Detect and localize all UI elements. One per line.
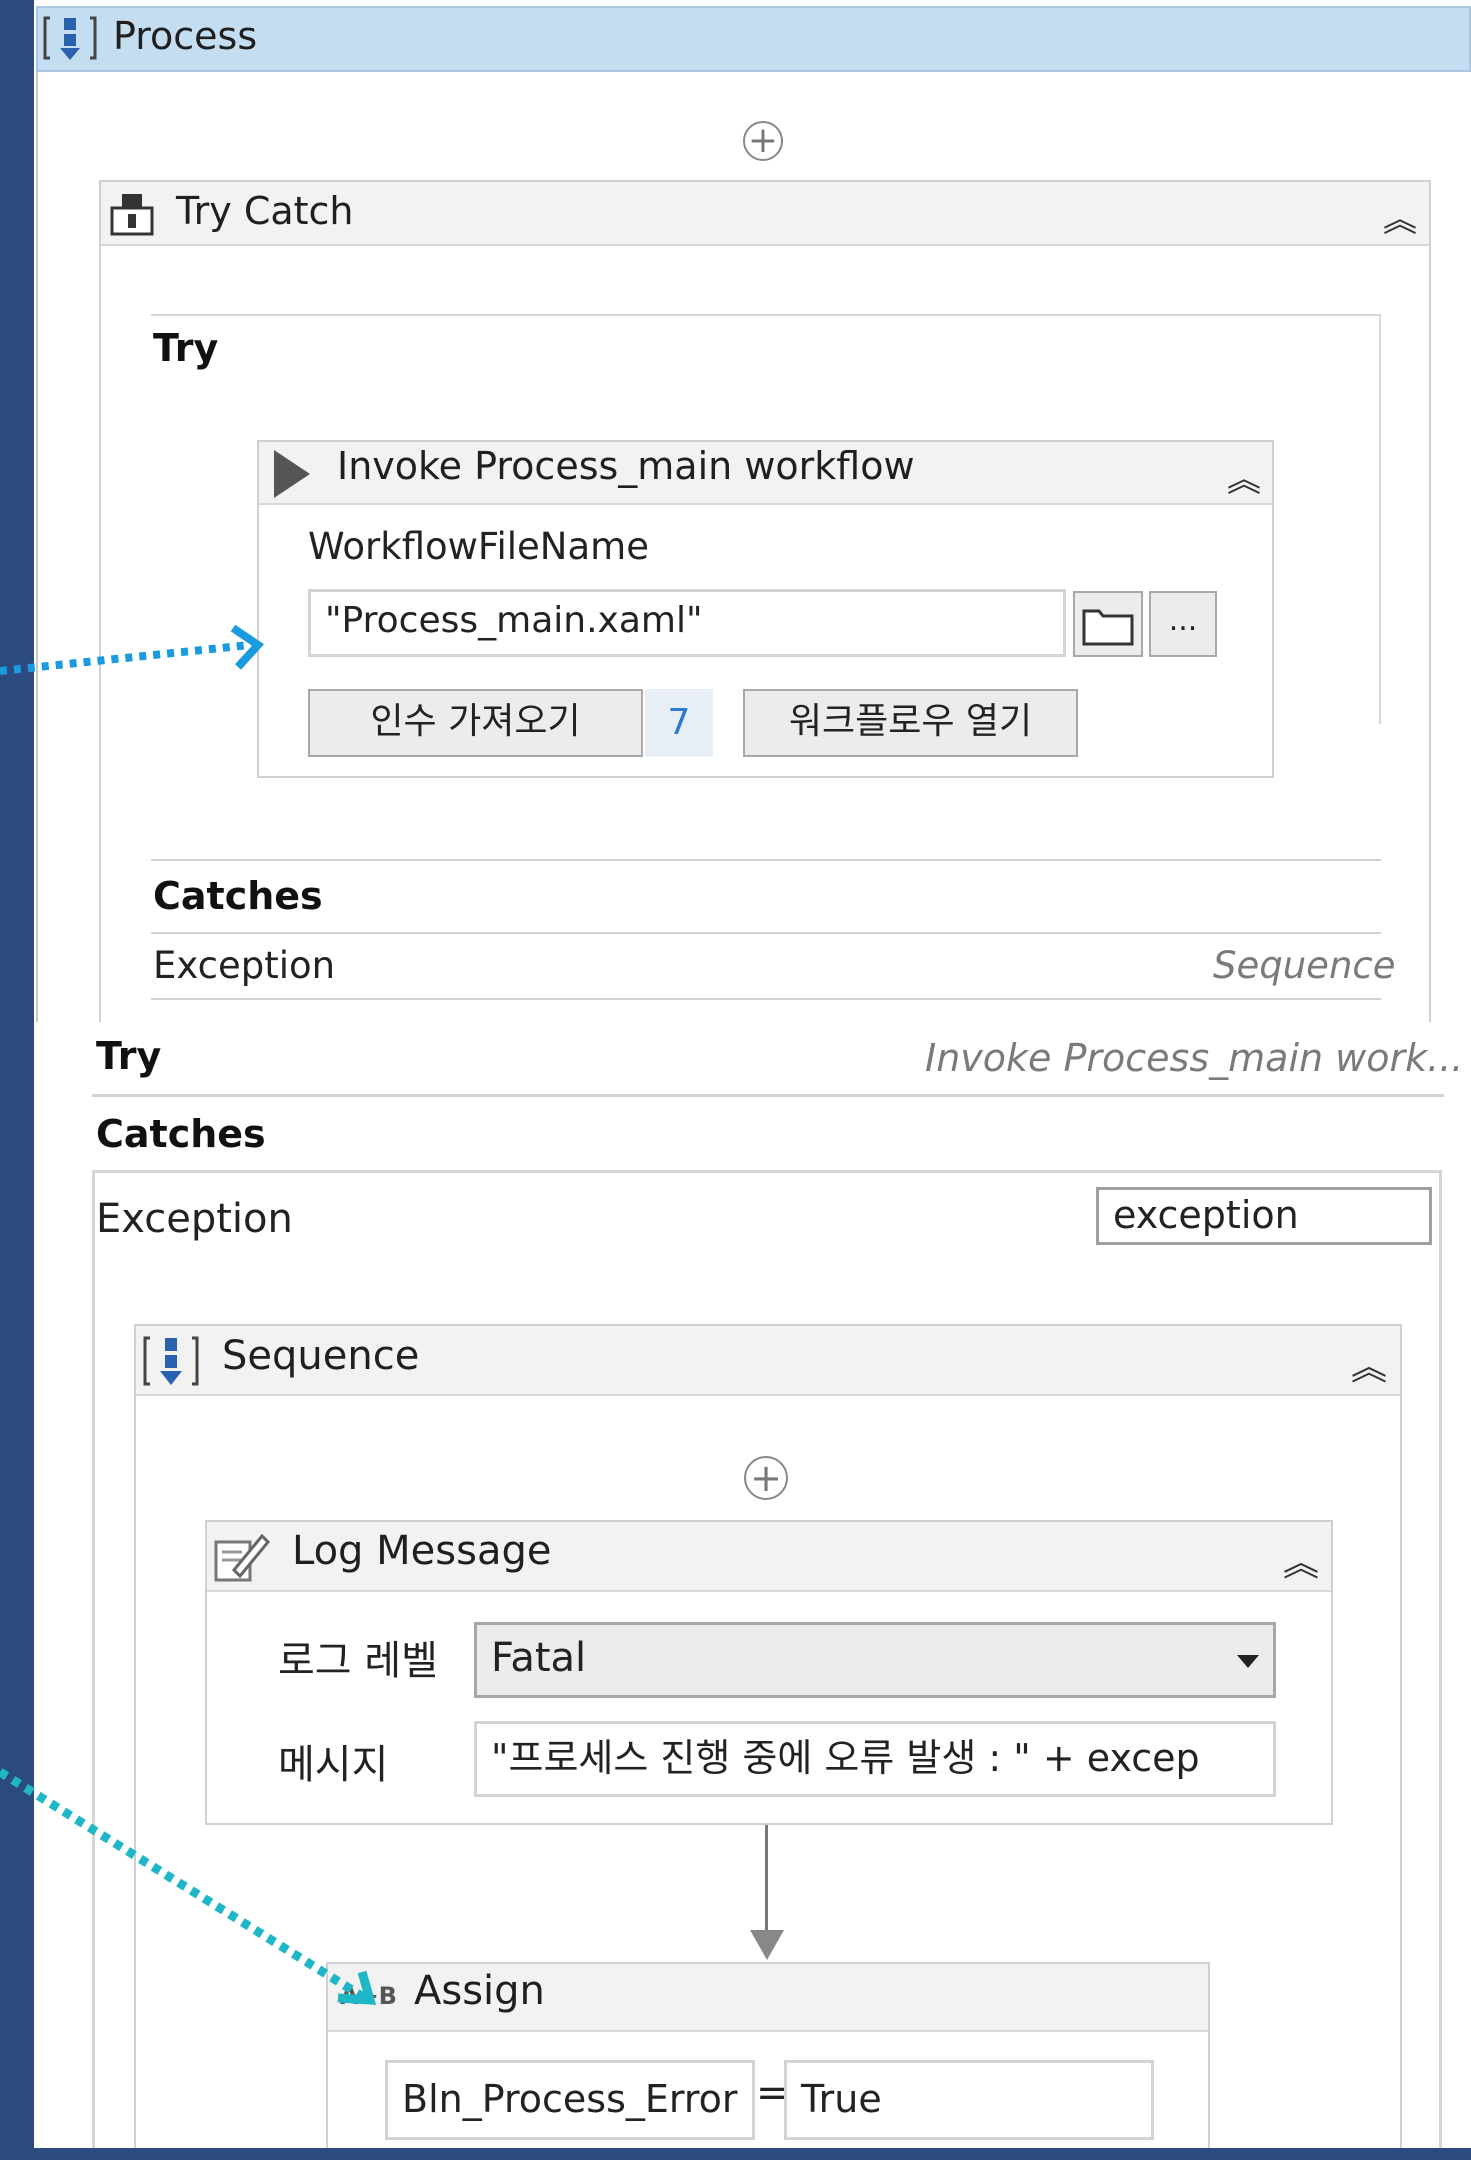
sequence-icon (43, 16, 97, 60)
log-level-label: 로그 레벨 (278, 1638, 438, 1684)
play-icon (274, 450, 310, 498)
assign-target-input[interactable]: Bln_Process_Error (385, 2060, 755, 2140)
sequence-title: Sequence (222, 1333, 420, 1379)
assign-title: Assign (414, 1968, 545, 2014)
catch-exception-type[interactable]: Exception (153, 944, 335, 987)
detail-try-summary[interactable]: Invoke Process_main work... (925, 1036, 1463, 1080)
workflow-file-name-input[interactable]: "Process_main.xaml" (308, 589, 1066, 657)
flow-connector (765, 1825, 768, 1940)
more-options-button[interactable]: ... (1149, 591, 1217, 657)
collapse-icon[interactable]: ︽ (1278, 1534, 1324, 1586)
divider (151, 859, 1381, 861)
detail-catches-label: Catches (96, 1112, 266, 1156)
log-level-select[interactable]: Fatal (474, 1622, 1276, 1698)
message-input[interactable]: "프로세스 진행 중에 오류 발생 : " + excep (474, 1721, 1276, 1797)
argument-count-badge: 7 (645, 689, 713, 757)
assign-value-input[interactable]: True (784, 2060, 1154, 2140)
collapse-icon[interactable]: ︽ (1346, 1338, 1392, 1390)
try-catch-title: Try Catch (176, 189, 354, 233)
divider (151, 998, 1381, 1000)
detail-try-label: Try (96, 1034, 162, 1078)
catches-label: Catches (153, 874, 323, 918)
log-message-icon (214, 1533, 271, 1582)
exception-variable-input[interactable]: exception (1096, 1187, 1432, 1245)
detail-exception-type: Exception (96, 1196, 293, 1242)
invoke-workflow-title: Invoke Process_main workflow (337, 444, 915, 488)
add-activity-plus-icon[interactable]: + (743, 121, 783, 161)
window-frame-bottom (0, 2148, 1471, 2160)
add-activity-plus-icon[interactable]: + (744, 1456, 788, 1500)
annotation-arrow-teal (0, 1768, 377, 2005)
divider (92, 1094, 1444, 1097)
import-arguments-button[interactable]: 인수 가져오기 (308, 689, 643, 757)
collapse-icon[interactable]: ︽ (1222, 452, 1266, 501)
arrow-down-icon (750, 1930, 784, 1960)
open-workflow-button[interactable]: 워크플로우 열기 (743, 689, 1078, 757)
sequence-icon (143, 1336, 199, 1386)
annotation-arrow-blue (0, 624, 265, 675)
catch-handler-type: Sequence (1213, 944, 1396, 987)
folder-icon (1082, 609, 1134, 646)
try-label: Try (153, 326, 219, 370)
collapse-icon[interactable]: ︽ (1378, 192, 1422, 241)
browse-folder-button[interactable] (1073, 591, 1143, 657)
process-title: Process (113, 14, 258, 58)
divider (151, 932, 1381, 934)
log-level-value: Fatal (491, 1635, 587, 1681)
log-message-title: Log Message (292, 1528, 552, 1574)
try-catch-icon (110, 194, 154, 236)
workflow-file-name-label: WorkflowFileName (308, 525, 649, 568)
chevron-down-icon (1237, 1655, 1259, 1668)
